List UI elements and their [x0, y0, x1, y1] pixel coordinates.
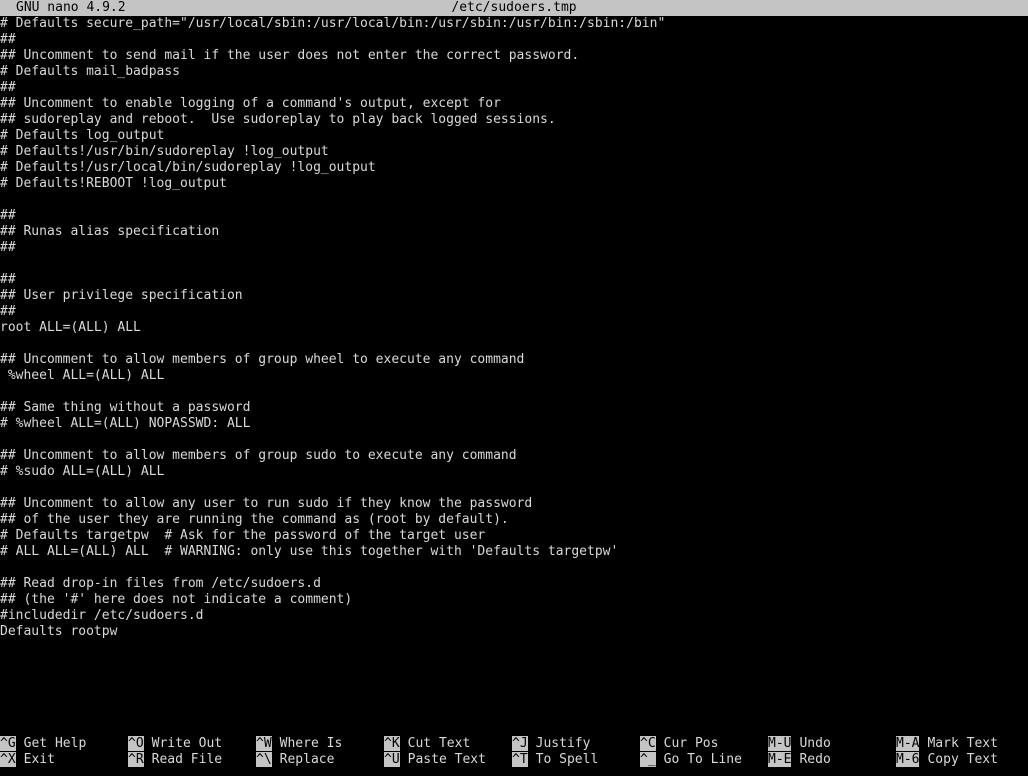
editor-line[interactable]: ##	[0, 272, 1028, 288]
shortcut-copy-text[interactable]: M-6 Copy Text	[896, 752, 998, 768]
editor-line[interactable]	[0, 192, 1028, 208]
editor-line[interactable]	[0, 256, 1028, 272]
shortcut-label: Cut Text	[407, 736, 471, 751]
shortcut-justify[interactable]: ^J Justify	[512, 736, 590, 752]
shortcut-key: ^G	[0, 736, 16, 751]
editor-line[interactable]: ## Runas alias specification	[0, 224, 1028, 240]
shortcut-exit[interactable]: ^X Exit	[0, 752, 55, 768]
shortcut-key: ^K	[384, 736, 400, 751]
editor-line[interactable]: ## Uncomment to allow any user to run su…	[0, 496, 1028, 512]
editor-line[interactable]: root ALL=(ALL) ALL	[0, 320, 1028, 336]
editor-line[interactable]	[0, 432, 1028, 448]
shortcut-label: Mark Text	[927, 736, 998, 751]
editor-line[interactable]: # Defaults targetpw # Ask for the passwo…	[0, 528, 1028, 544]
shortcut-key: ^J	[512, 736, 528, 751]
editor-line[interactable]: ## Uncomment to send mail if the user do…	[0, 48, 1028, 64]
editor-area[interactable]: # Defaults secure_path="/usr/local/sbin:…	[0, 16, 1028, 736]
editor-line[interactable]: ## sudoreplay and reboot. Use sudoreplay…	[0, 112, 1028, 128]
editor-line[interactable]: #includedir /etc/sudoers.d	[0, 608, 1028, 624]
editor-line[interactable]: ##	[0, 240, 1028, 256]
shortcut-write-out[interactable]: ^O Write Out	[128, 736, 222, 752]
editor-line[interactable]: # Defaults!/usr/local/bin/sudoreplay !lo…	[0, 160, 1028, 176]
editor-line[interactable]: # Defaults!/usr/bin/sudoreplay !log_outp…	[0, 144, 1028, 160]
editor-line[interactable]: ##	[0, 32, 1028, 48]
editor-line[interactable]: ## of the user they are running the comm…	[0, 512, 1028, 528]
shortcut-key: ^_	[640, 752, 656, 767]
editor-line[interactable]	[0, 336, 1028, 352]
shortcut-bar: ^G Get Help ^O Write Out ^W Where Is ^K Cut Tex…	[0, 736, 1028, 768]
editor-line[interactable]: ## User privilege specification	[0, 288, 1028, 304]
shortcut-label: Justify	[535, 736, 591, 751]
editor-line[interactable]: %wheel ALL=(ALL) ALL	[0, 368, 1028, 384]
shortcut-get-help[interactable]: ^G Get Help	[0, 736, 86, 752]
editor-line[interactable]: # %sudo ALL=(ALL) ALL	[0, 464, 1028, 480]
editor-line[interactable]: ## Uncomment to allow members of group w…	[0, 352, 1028, 368]
shortcut-key: ^R	[128, 752, 144, 767]
shortcut-key: M-A	[896, 736, 920, 751]
shortcut-label: Where Is	[279, 736, 343, 751]
shortcut-key: ^W	[256, 736, 272, 751]
shortcut-key: M-6	[896, 752, 920, 767]
editor-line[interactable]	[0, 384, 1028, 400]
editor-line[interactable]: # Defaults mail_badpass	[0, 64, 1028, 80]
shortcut-label: Get Help	[23, 736, 87, 751]
shortcut-label: Read File	[151, 752, 223, 767]
shortcut-key: M-U	[768, 736, 792, 751]
shortcut-label: Replace	[279, 752, 335, 767]
editor-line[interactable]: ## Uncomment to enable logging of a comm…	[0, 96, 1028, 112]
shortcut-read-file[interactable]: ^R Read File	[128, 752, 222, 768]
shortcut-to-spell[interactable]: ^T To Spell	[512, 752, 598, 768]
shortcut-label: Exit	[23, 752, 55, 767]
editor-line[interactable]	[0, 560, 1028, 576]
editor-line[interactable]: # Defaults!REBOOT !log_output	[0, 176, 1028, 192]
editor-line[interactable]: ## Same thing without a password	[0, 400, 1028, 416]
shortcut-cur-pos[interactable]: ^C Cur Pos	[640, 736, 718, 752]
shortcut-label: Cur Pos	[663, 736, 719, 751]
editor-line[interactable]: ## Uncomment to allow members of group s…	[0, 448, 1028, 464]
shortcut-replace[interactable]: ^\ Replace	[256, 752, 334, 768]
shortcut-cut-text[interactable]: ^K Cut Text	[384, 736, 470, 752]
shortcut-key: M-E	[768, 752, 792, 767]
editor-line[interactable]: ##	[0, 80, 1028, 96]
shortcut-undo[interactable]: M-U Undo	[768, 736, 831, 752]
editor-line[interactable]: # Defaults secure_path="/usr/local/sbin:…	[0, 16, 1028, 32]
editor-line[interactable]: # %wheel ALL=(ALL) NOPASSWD: ALL	[0, 416, 1028, 432]
shortcut-label: Go To Line	[663, 752, 742, 767]
shortcut-go-to-line[interactable]: ^_ Go To Line	[640, 752, 742, 768]
shortcut-row: ^G Get Help ^O Write Out ^W Where Is ^K Cut Tex…	[0, 736, 1028, 752]
editor-line[interactable]	[0, 480, 1028, 496]
shortcut-paste-text[interactable]: ^U Paste Text	[384, 752, 486, 768]
shortcut-key: ^U	[384, 752, 400, 767]
shortcut-key: ^T	[512, 752, 528, 767]
editor-line[interactable]: # Defaults log_output	[0, 128, 1028, 144]
shortcut-label: Copy Text	[927, 752, 998, 767]
editor-line[interactable]: ## (the '#' here does not indicate a com…	[0, 592, 1028, 608]
shortcut-label: Paste Text	[407, 752, 486, 767]
editor-line[interactable]: # ALL ALL=(ALL) ALL # WARNING: only use …	[0, 544, 1028, 560]
shortcut-key: ^O	[128, 736, 144, 751]
shortcut-label: Undo	[799, 736, 831, 751]
title-bar: GNU nano 4.9.2 /etc/sudoers.tmp	[0, 0, 1028, 16]
shortcut-label: To Spell	[535, 752, 599, 767]
shortcut-key: ^X	[0, 752, 16, 767]
shortcut-where-is[interactable]: ^W Where Is	[256, 736, 342, 752]
file-name: /etc/sudoers.tmp	[451, 0, 577, 15]
shortcut-label: Write Out	[151, 736, 223, 751]
editor-line[interactable]: ## Read drop-in files from /etc/sudoers.…	[0, 576, 1028, 592]
editor-line[interactable]: ##	[0, 304, 1028, 320]
shortcut-label: Redo	[799, 752, 831, 767]
shortcut-row: ^X Exit ^R Read File ^\ Replace ^U Paste Text ^T…	[0, 752, 1028, 768]
editor-line[interactable]: ##	[0, 208, 1028, 224]
shortcut-key: ^C	[640, 736, 656, 751]
shortcut-redo[interactable]: M-E Redo	[768, 752, 831, 768]
shortcut-key: ^\	[256, 752, 272, 767]
shortcut-mark-text[interactable]: M-A Mark Text	[896, 736, 998, 752]
editor-line[interactable]: Defaults rootpw	[0, 624, 1028, 640]
